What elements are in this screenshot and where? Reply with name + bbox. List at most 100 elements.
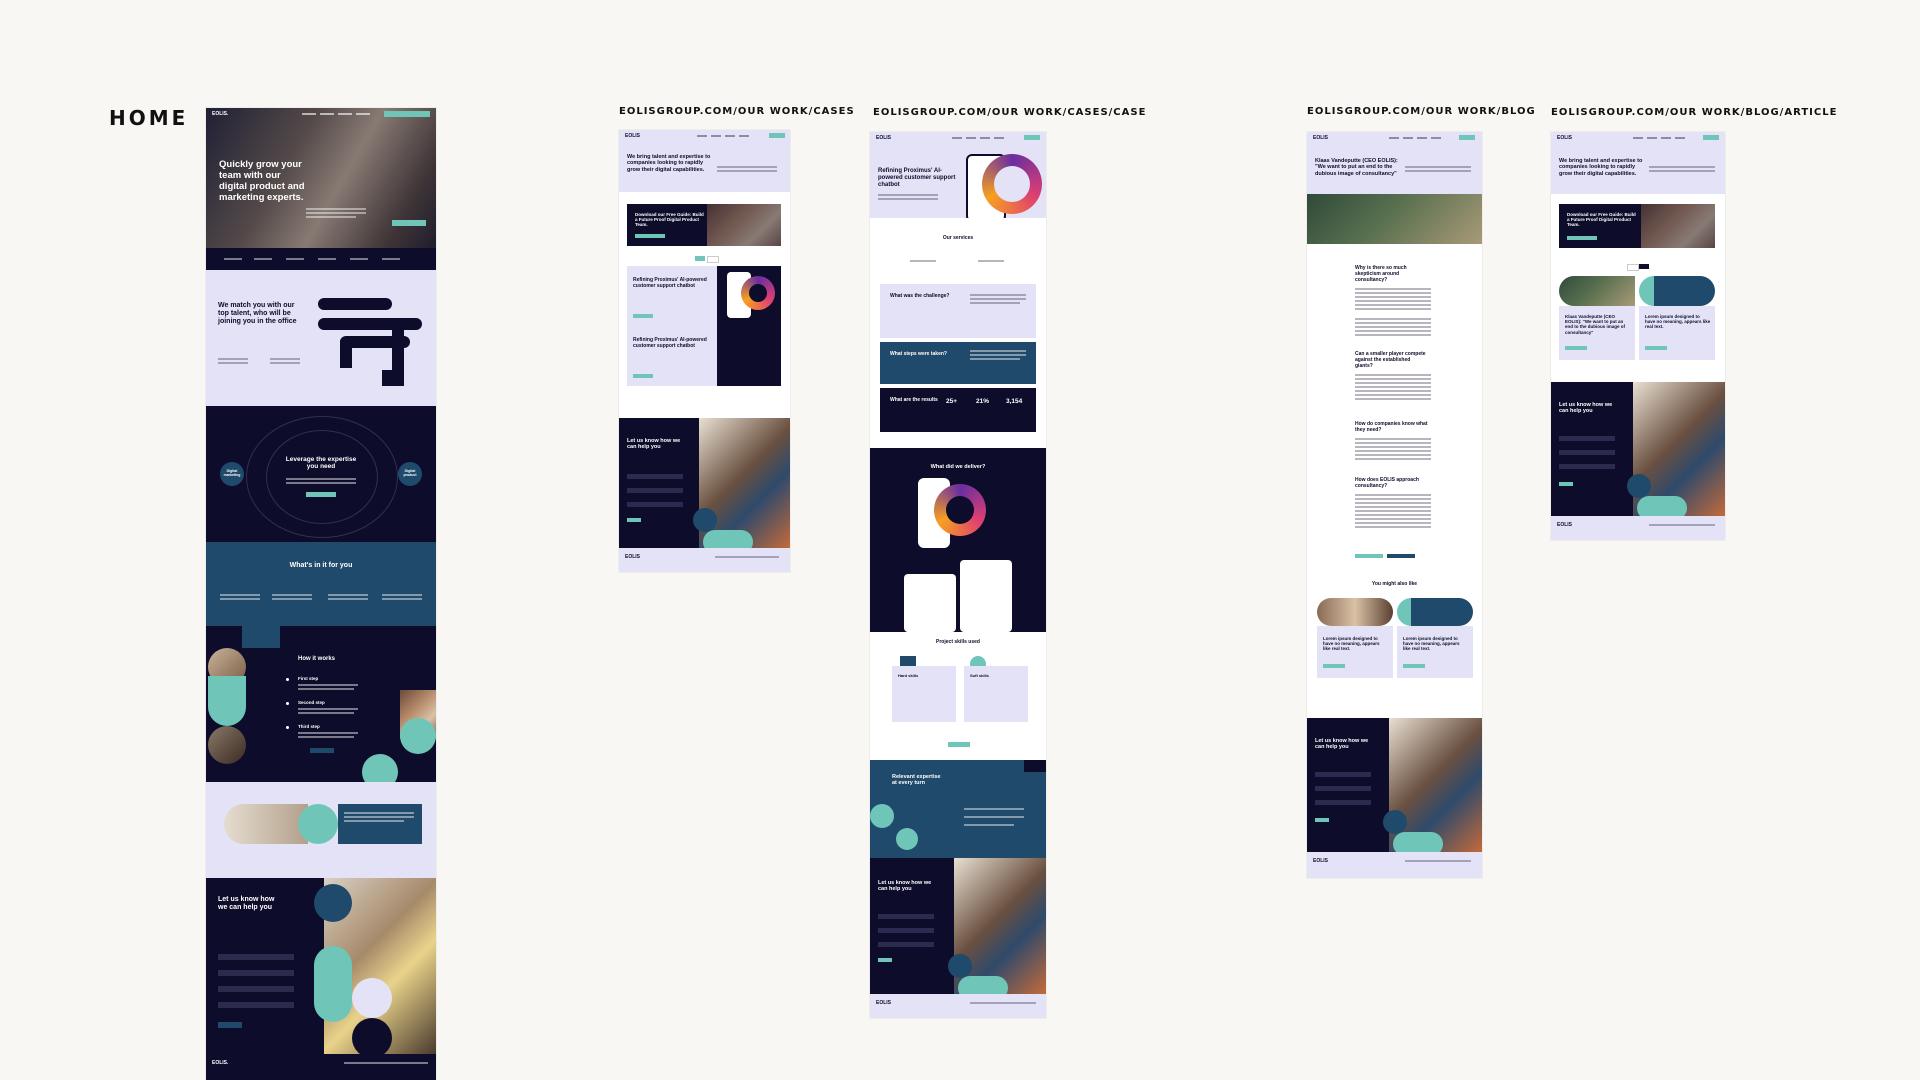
- article-card-1-title: Klaas Vandeputte (CEO EOLIS): "We want t…: [1565, 314, 1625, 335]
- article-list: Download our Free Guide: Build a Future …: [1551, 194, 1725, 374]
- article-guide-button[interactable]: [1567, 236, 1597, 240]
- case-results-title: What are the results: [890, 397, 938, 403]
- cases-footer-logo: EOLIS: [625, 554, 641, 560]
- cases-label: EOLISGROUP.COM/OUR WORK/CASES: [619, 106, 855, 117]
- home-hero-title: Quickly grow your team with our digital …: [219, 159, 305, 203]
- cases-contact-title: Let us know how we can help you: [627, 438, 681, 451]
- cases-contact: Let us know how we can help you: [619, 418, 790, 548]
- blog-nav-cta[interactable]: [1459, 135, 1475, 140]
- blog-hero: EOLIS Klaas Vandeputte (CEO EOLIS): "We …: [1307, 132, 1482, 194]
- article-board: EOLIS We bring talent and expertise to c…: [1551, 132, 1725, 540]
- article-label: EOLISGROUP.COM/OUR WORK/BLOG/ARTICLE: [1551, 107, 1838, 118]
- article-card-2-button[interactable]: [1645, 346, 1667, 350]
- cases-footer: EOLIS: [619, 548, 790, 572]
- blog-tag-2[interactable]: [1387, 554, 1415, 558]
- blog-related-2: Lorem ipsum designed to have no meaning,…: [1403, 636, 1460, 652]
- case-skills-cta[interactable]: [948, 742, 970, 747]
- case-nav-cta[interactable]: [1024, 135, 1040, 140]
- home-quote-section: [206, 782, 436, 878]
- blog-footer: EOLIS: [1307, 852, 1482, 878]
- home-footer-logo: EOLIS.: [212, 1060, 229, 1066]
- cases-hero-title: We bring talent and expertise to compani…: [627, 154, 711, 173]
- blog-contact-submit[interactable]: [1315, 818, 1329, 822]
- case-skills-title: Project skills used: [936, 639, 980, 645]
- article-card-2-title: Lorem ipsum designed to have no meaning,…: [1645, 314, 1711, 330]
- blog-article-body: Why is there so much skepticism around c…: [1307, 244, 1482, 730]
- blog-also-title: You might also like: [1371, 581, 1418, 587]
- home-match-section: We match you with our top talent, who wi…: [206, 270, 436, 406]
- blog-q1: Why is there so much skepticism around c…: [1355, 265, 1407, 283]
- cases-card-2-button[interactable]: [633, 374, 653, 378]
- home-contact-submit[interactable]: [218, 1022, 242, 1028]
- case-stat-1: 25+: [946, 398, 958, 405]
- blog-related-1: Lorem ipsum designed to have no meaning,…: [1323, 636, 1380, 652]
- home-how-section: How it works First step Second step Thir…: [206, 626, 436, 782]
- blog-related-2-button[interactable]: [1403, 664, 1425, 668]
- blog-board: EOLIS Klaas Vandeputte (CEO EOLIS): "We …: [1307, 132, 1482, 878]
- article-contact-submit[interactable]: [1559, 482, 1573, 486]
- article-filter-all[interactable]: [1627, 264, 1639, 271]
- orbit-left-label: Digital marketing: [223, 469, 241, 477]
- cases-card-2-title: Refining Proximus' AI-powered customer s…: [633, 337, 707, 349]
- cases-list: Download our Free Guide: Build a Future …: [619, 192, 790, 418]
- article-footer: EOLIS: [1551, 516, 1725, 540]
- case-contact-submit[interactable]: [878, 958, 892, 962]
- home-contact-section: Let us know how we can help you: [206, 878, 436, 1054]
- blog-tag-1[interactable]: [1355, 554, 1383, 558]
- article-guide-title: Download our Free Guide: Build a Future …: [1567, 212, 1636, 228]
- case-services: Our services: [870, 218, 1046, 284]
- case-stat-3: 3,154: [1006, 398, 1023, 405]
- cases-hero: EOLIS We bring talent and expertise to c…: [619, 130, 790, 192]
- leverage-cta-button[interactable]: [306, 492, 336, 497]
- cases-contact-submit[interactable]: [627, 518, 641, 522]
- case-hard-skills: Hard skills: [898, 673, 919, 678]
- blog-footer-logo: EOLIS: [1313, 858, 1329, 864]
- case-hero: EOLIS Refining Proximus' AI-powered cust…: [870, 132, 1046, 218]
- case-stat-2: 21%: [976, 398, 990, 405]
- match-title: We match you with our top talent, who wi…: [218, 302, 297, 326]
- cases-filter-all[interactable]: [695, 256, 705, 261]
- article-hero: EOLIS We bring talent and expertise to c…: [1551, 132, 1725, 194]
- case-board: EOLIS Refining Proximus' AI-powered cust…: [870, 132, 1046, 1018]
- case-contact: Let us know how we can help you: [870, 858, 1046, 994]
- home-benefits-section: What's in it for you: [206, 542, 436, 626]
- home-label: HOME: [109, 106, 189, 130]
- case-footer-logo: EOLIS: [876, 1000, 892, 1006]
- blog-related-1-button[interactable]: [1323, 664, 1345, 668]
- article-hero-title: We bring talent and expertise to compani…: [1559, 158, 1643, 177]
- cases-logo: EOLIS: [625, 133, 641, 139]
- case-soft-skills: Soft skills: [970, 673, 989, 678]
- cases-guide-button[interactable]: [635, 234, 665, 238]
- case-deliver: What did we deliver?: [870, 448, 1046, 632]
- blog-q3: How do companies know what they need?: [1355, 421, 1428, 433]
- case-relevant: Relevant expertise at every turn: [870, 760, 1046, 858]
- home-leverage-section: Leverage the expertise you need Digital …: [206, 406, 436, 542]
- cases-card-1-button[interactable]: [633, 314, 653, 318]
- blog-logo: EOLIS: [1313, 135, 1329, 141]
- how-cta-button[interactable]: [310, 748, 334, 753]
- case-label: EOLISGROUP.COM/OUR WORK/CASES/CASE: [873, 107, 1147, 118]
- cases-guide-title: Download our Free Guide: Build a Future …: [635, 212, 704, 228]
- case-skills: Project skills used Hard skills Soft ski…: [870, 632, 1046, 760]
- nav-cta-button[interactable]: [384, 111, 430, 117]
- cases-filter-other[interactable]: [707, 256, 719, 263]
- home-logo: EOLIS.: [212, 111, 229, 117]
- blog-q4: How does EOLIS approach consultancy?: [1355, 477, 1419, 489]
- case-hero-title: Refining Proximus' AI-powered customer s…: [878, 168, 956, 188]
- case-steps-title: What steps were taken?: [890, 351, 947, 357]
- home-contact-title: Let us know how we can help you: [218, 896, 275, 912]
- article-contact-title: Let us know how we can help you: [1559, 402, 1613, 415]
- home-board: EOLIS. Quickly grow your team with our d…: [206, 108, 436, 1080]
- hero-cta-button[interactable]: [392, 220, 426, 226]
- case-contact-title: Let us know how we can help you: [878, 880, 932, 893]
- leverage-title: Leverage the expertise you need: [285, 456, 357, 471]
- article-nav-cta[interactable]: [1703, 135, 1719, 140]
- article-card-1-button[interactable]: [1565, 346, 1587, 350]
- how-title: How it works: [298, 656, 336, 662]
- cases-board: EOLIS We bring talent and expertise to c…: [619, 130, 790, 572]
- home-footer: EOLIS.: [206, 1054, 436, 1080]
- case-deliver-title: What did we deliver?: [930, 464, 986, 470]
- article-filter-other[interactable]: [1639, 264, 1649, 269]
- cases-nav-cta[interactable]: [769, 133, 785, 138]
- cases-card-1-title: Refining Proximus' AI-powered customer s…: [633, 277, 707, 289]
